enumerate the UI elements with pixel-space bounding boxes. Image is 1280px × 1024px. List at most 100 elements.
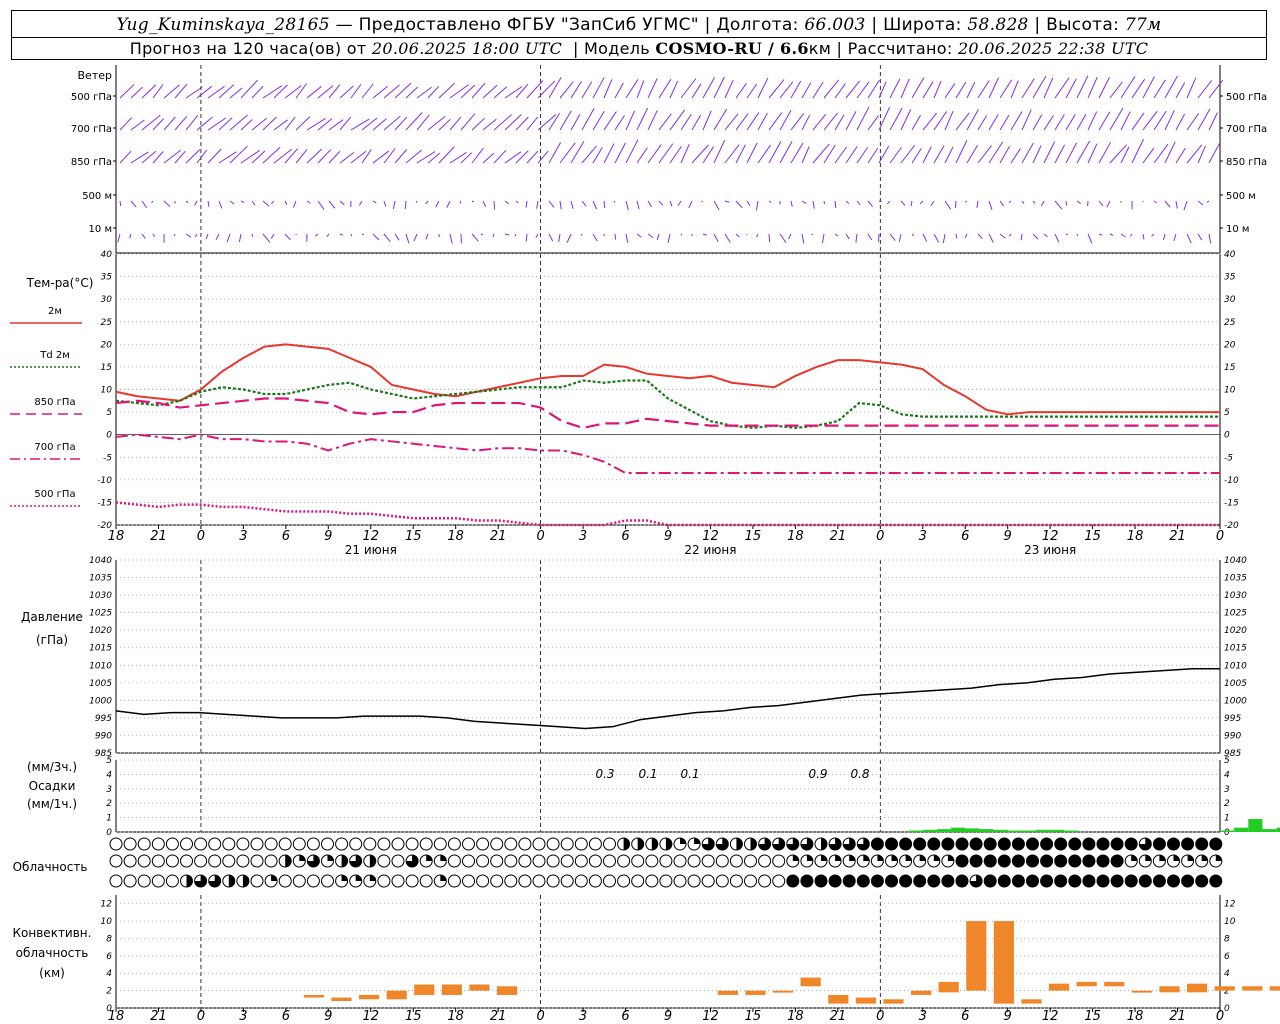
wind-barb: [1098, 200, 1104, 207]
cloud-circle: [1054, 854, 1068, 868]
conv-bar: [1269, 986, 1280, 991]
wind-barb: [1098, 77, 1110, 99]
cloud-circle: [1110, 874, 1124, 888]
wind-barb: [1076, 114, 1087, 131]
conv-bar: [331, 997, 352, 1002]
time-tick-label: 12: [362, 529, 379, 544]
wind-barb: [1142, 147, 1155, 164]
wind-barb: [636, 200, 640, 210]
wind-barb: [480, 233, 484, 236]
wind-barbs: [117, 75, 1224, 244]
precip-bar: [965, 828, 980, 832]
cloud-circle: [828, 874, 842, 888]
cloud-circle: [264, 854, 278, 868]
cloud-circle: [321, 874, 334, 888]
cloud-circle: [1124, 837, 1138, 851]
wind-barb: [625, 200, 629, 211]
cloud-circle: [969, 837, 983, 851]
pres-tick-left: 1040: [89, 556, 112, 566]
wind-barb: [284, 116, 296, 131]
wind-barb: [977, 115, 988, 131]
wind-barb: [1054, 77, 1070, 99]
wind-barb: [1087, 143, 1098, 164]
wind-barb: [141, 114, 161, 131]
wind-barb: [944, 83, 956, 99]
prec-tick-left: 4: [106, 770, 112, 780]
wind-level-label-left: 10 м: [89, 224, 112, 235]
wind-barb: [130, 119, 145, 131]
wind-barb: [944, 146, 954, 164]
wind-barb: [691, 83, 702, 99]
time-tick-label: 18: [108, 529, 125, 544]
wind-barb: [702, 233, 707, 236]
legend-label: 850 гПа: [34, 397, 75, 408]
time-tick-label: 0: [197, 529, 205, 544]
wind-barb: [504, 200, 509, 205]
wind-barb: [944, 200, 952, 210]
prec-tick-left: 2: [106, 799, 112, 809]
time-tick-label: 18: [447, 529, 464, 544]
cloud-circle: [546, 874, 560, 888]
wind-barb: [425, 233, 429, 240]
precip-bar: [908, 830, 923, 832]
wind-barb: [756, 233, 759, 238]
wind-level-label-right: 500 гПа: [1226, 92, 1267, 103]
wind-barb: [900, 200, 906, 206]
wind-barb: [845, 233, 850, 240]
cloud-circle: [715, 854, 729, 868]
time-tick-label: 6: [621, 529, 629, 544]
wind-barb: [537, 150, 549, 164]
cloud-circle: [885, 874, 898, 888]
wind-barb: [504, 151, 522, 164]
wind-barb: [141, 233, 146, 239]
wind-barb: [855, 233, 858, 243]
wind-barb: [724, 200, 730, 203]
cloud-circle: [617, 874, 631, 888]
wind-barb: [226, 233, 231, 243]
wind-barb: [911, 148, 922, 164]
cloud-circle: [532, 854, 546, 868]
wind-barb: [713, 233, 719, 242]
wind-barb: [515, 150, 529, 164]
pres-tick-left: 1025: [89, 609, 112, 619]
wind-barb: [1163, 233, 1166, 241]
wind-barb: [251, 200, 256, 206]
conv-bar: [1076, 981, 1097, 987]
conv-bar: [800, 977, 821, 987]
time-tick-label: 15: [745, 529, 762, 544]
cloud-circle: [574, 854, 588, 868]
wind-barb: [900, 109, 912, 131]
wind-barb: [262, 85, 283, 99]
wind-barb: [185, 149, 201, 164]
wind-barb: [328, 84, 341, 99]
cloud-circle: [405, 874, 419, 888]
cloud-circle: [1110, 837, 1124, 851]
wind-barb: [889, 107, 903, 131]
wind-barb: [955, 233, 958, 239]
cloud-circle: [842, 874, 856, 888]
wind-barb: [515, 116, 529, 131]
wind-barb: [207, 200, 210, 207]
time-tick-label: 12: [1042, 529, 1059, 544]
cloud-fill: [1131, 855, 1138, 861]
wind-barb: [812, 200, 815, 209]
temp-tick-right: -5: [1224, 453, 1233, 463]
wind-barb: [218, 117, 233, 131]
wind-barb: [779, 233, 787, 243]
wind-barb: [768, 233, 771, 243]
wind-barb: [988, 114, 999, 131]
conv-bar: [1021, 999, 1042, 1004]
wind-barb: [317, 200, 325, 210]
cloud-fill: [341, 875, 348, 881]
time-tick-label: 15: [1084, 529, 1101, 544]
cloud-circle: [983, 874, 997, 888]
cloud-circle: [560, 854, 574, 868]
precip-bar: [1021, 830, 1036, 832]
wind-title: Ветер: [78, 69, 112, 82]
wind-barb: [350, 118, 370, 131]
prec-tick-right: 1: [1224, 814, 1230, 824]
wind-barb: [1173, 233, 1177, 242]
wind-barb: [955, 81, 967, 99]
cloud-circle: [137, 874, 151, 888]
wind-barb: [471, 117, 486, 131]
